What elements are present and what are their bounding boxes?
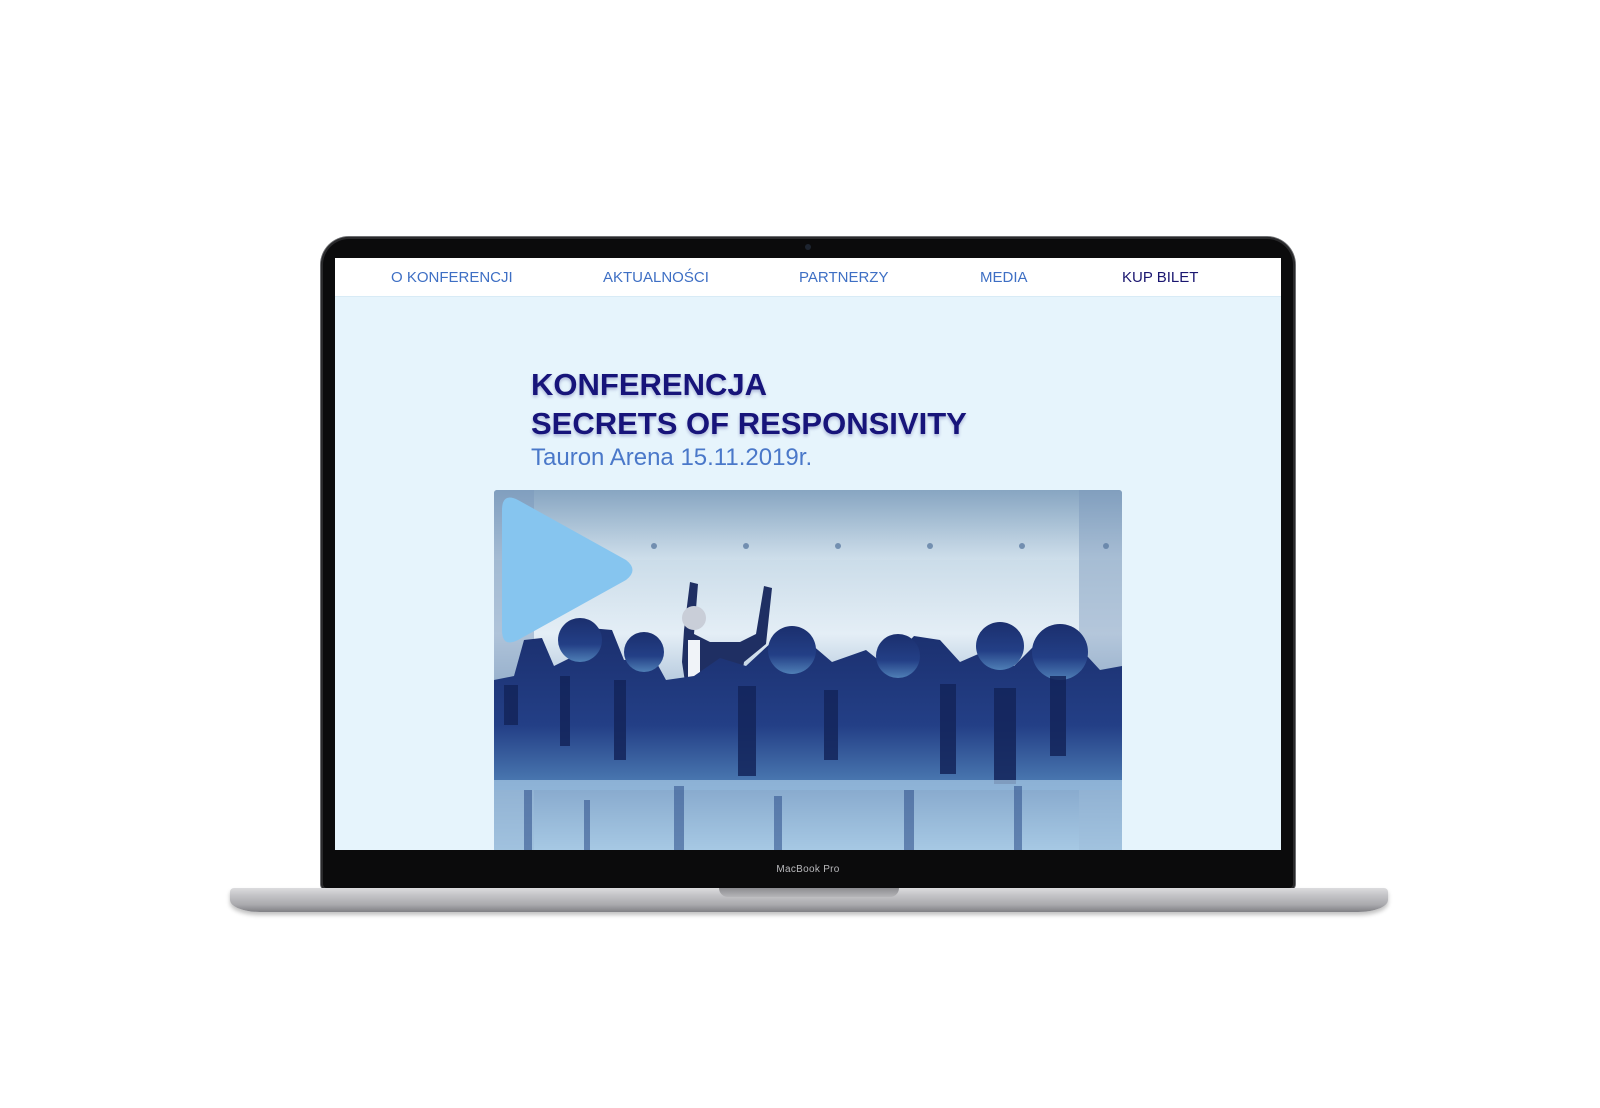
device-model-label: MacBook Pro [776, 864, 840, 875]
nav-item-partnerzy[interactable]: PARTNERZY [799, 258, 888, 296]
nav-item-kup-bilet[interactable]: KUP BILET [1122, 258, 1198, 296]
hero-title: KONFERENCJA SECRETS OF RESPONSIVITY [531, 365, 967, 443]
camera-icon [805, 244, 811, 250]
laptop-screen: O KONFERENCJI AKTUALNOŚCI PARTNERZY MEDI… [335, 258, 1281, 850]
laptop-lid: O KONFERENCJI AKTUALNOŚCI PARTNERZY MEDI… [321, 237, 1295, 890]
hero-title-line-2: SECRETS OF RESPONSIVITY [531, 406, 967, 441]
laptop-base [230, 888, 1388, 912]
nav-item-media[interactable]: MEDIA [980, 258, 1028, 296]
top-navigation: O KONFERENCJI AKTUALNOŚCI PARTNERZY MEDI… [335, 258, 1281, 297]
nav-item-aktualnosci[interactable]: AKTUALNOŚCI [603, 258, 709, 296]
hero-subtitle: Tauron Arena 15.11.2019r. [531, 444, 813, 471]
nav-item-o-konferencji[interactable]: O KONFERENCJI [391, 258, 513, 296]
hero-title-line-1: KONFERENCJA [531, 367, 767, 402]
laptop-notch [719, 888, 899, 897]
play-icon[interactable] [494, 490, 639, 650]
video-player[interactable] [494, 490, 1122, 850]
